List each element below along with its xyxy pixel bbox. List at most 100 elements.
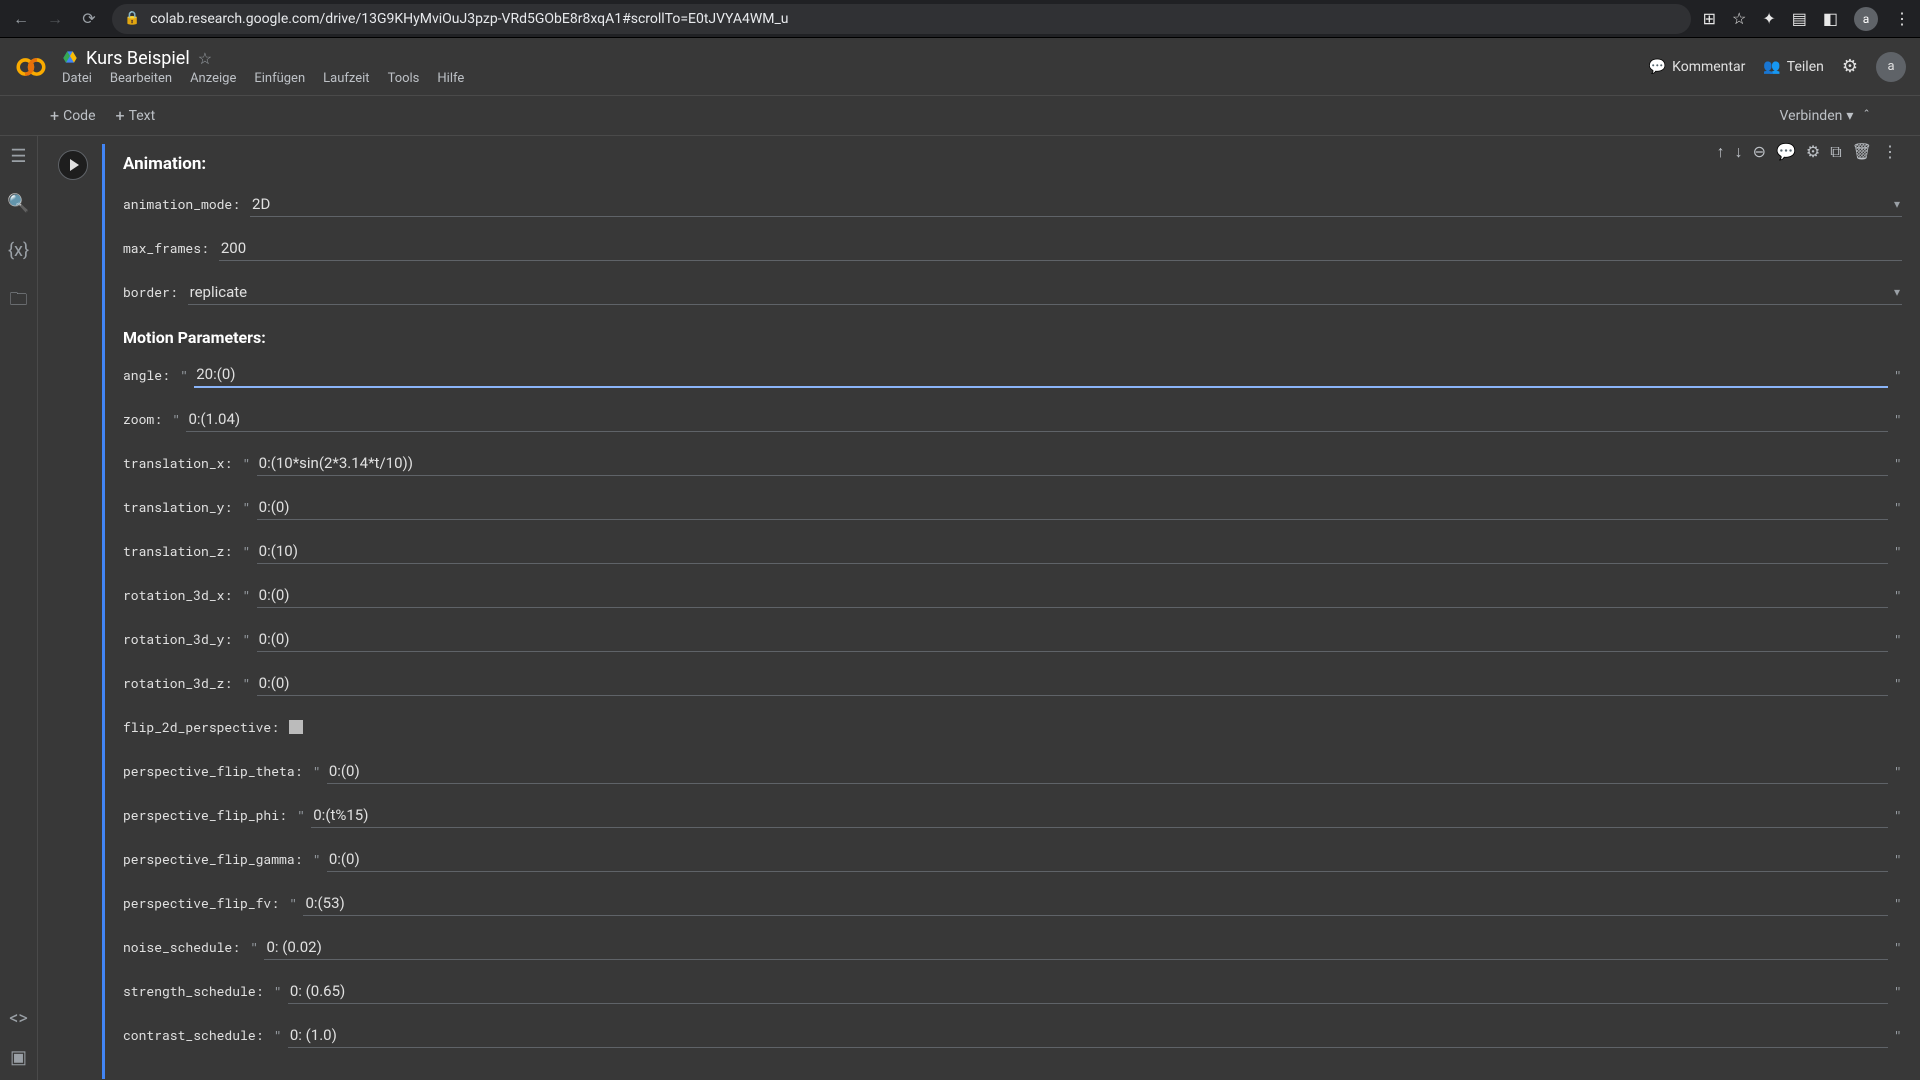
forward-button[interactable]: →: [44, 8, 66, 30]
label-rotation-3d-y: rotation_3d_y: [123, 630, 232, 648]
move-down-icon[interactable]: ↓: [1735, 142, 1743, 162]
comment-cell-icon[interactable]: 💬: [1776, 142, 1796, 162]
input-rotation-3d-z[interactable]: [257, 671, 1888, 696]
user-avatar[interactable]: a: [1876, 52, 1906, 82]
link-icon[interactable]: ⊖: [1753, 142, 1766, 162]
label-animation-mode: animation_mode: [123, 195, 240, 213]
label-border: border: [123, 283, 178, 301]
back-button[interactable]: ←: [10, 8, 32, 30]
menu-tools[interactable]: Tools: [388, 71, 420, 86]
lock-icon: 🔒: [124, 11, 140, 26]
star-button[interactable]: ☆: [198, 49, 212, 68]
chevron-down-icon: ▾: [1894, 285, 1900, 299]
menu-laufzeit[interactable]: Laufzeit: [323, 71, 369, 86]
url-text: colab.research.google.com/drive/13G9KHyM…: [150, 11, 788, 27]
section-motion: Motion Parameters:: [123, 328, 1902, 347]
code-snippets-icon[interactable]: <>: [9, 1008, 28, 1029]
label-strength-schedule: strength_schedule: [123, 982, 263, 1000]
input-perspective-flip-theta[interactable]: [327, 759, 1888, 784]
chevron-down-icon: ▾: [1894, 197, 1900, 211]
checkbox-flip-2d-perspective[interactable]: [289, 720, 303, 734]
input-contrast-schedule[interactable]: [288, 1023, 1888, 1048]
select-animation-mode[interactable]: 2D ▾: [250, 192, 1902, 217]
label-perspective-flip-gamma: perspective_flip_gamma: [123, 850, 302, 868]
share-icon: 👥: [1763, 59, 1780, 75]
menu-bearbeiten[interactable]: Bearbeiten: [110, 71, 172, 86]
extensions-icon[interactable]: ✦: [1762, 9, 1775, 28]
search-icon[interactable]: 🔍: [7, 193, 29, 214]
add-text-button[interactable]: +Text: [116, 106, 156, 125]
label-translation-z: translation_z: [123, 542, 232, 560]
menu-bar: Datei Bearbeiten Anzeige Einfügen Laufze…: [62, 71, 1649, 86]
cell-toolbar: ↑ ↓ ⊖ 💬 ⚙ ⧉ 🗑 ⋮: [1717, 142, 1898, 162]
browser-toolbar: ← → ⟳ 🔒 colab.research.google.com/drive/…: [0, 0, 1920, 38]
comment-icon: 💬: [1649, 59, 1666, 75]
reload-button[interactable]: ⟳: [78, 8, 100, 30]
form-cell: ↑ ↓ ⊖ 💬 ⚙ ⧉ 🗑 ⋮ Animation: animation_mod…: [56, 144, 1902, 1079]
left-sidebar: ☰ 🔍 {x} 🗀 <> ▣: [0, 136, 38, 1080]
label-perspective-flip-fv: perspective_flip_fv: [123, 894, 279, 912]
label-perspective-flip-theta: perspective_flip_theta: [123, 762, 302, 780]
reading-list-icon[interactable]: ▤: [1792, 9, 1807, 28]
input-perspective-flip-gamma[interactable]: [327, 847, 1888, 872]
settings-icon[interactable]: ⚙: [1842, 56, 1858, 77]
notebook-toolbar: +Code +Text Verbinden▾ ˆ: [0, 96, 1920, 136]
label-max-frames: max_frames: [123, 239, 209, 257]
browser-menu-icon[interactable]: ⋮: [1894, 9, 1910, 28]
input-translation-x[interactable]: [257, 451, 1888, 476]
input-rotation-3d-x[interactable]: [257, 583, 1888, 608]
label-noise-schedule: noise_schedule: [123, 938, 240, 956]
toc-icon[interactable]: ☰: [10, 146, 26, 167]
input-translation-y[interactable]: [257, 495, 1888, 520]
browser-avatar[interactable]: a: [1854, 7, 1878, 31]
input-rotation-3d-y[interactable]: [257, 627, 1888, 652]
label-perspective-flip-phi: perspective_flip_phi: [123, 806, 287, 824]
label-translation-y: translation_y: [123, 498, 232, 516]
label-rotation-3d-z: rotation_3d_z: [123, 674, 232, 692]
input-noise-schedule[interactable]: [264, 935, 1887, 960]
input-angle[interactable]: [194, 362, 1887, 388]
input-perspective-flip-fv[interactable]: [303, 891, 1887, 916]
input-max-frames[interactable]: [219, 236, 1902, 261]
mirror-icon[interactable]: ⧉: [1830, 142, 1841, 162]
input-perspective-flip-phi[interactable]: [311, 803, 1887, 828]
connect-button[interactable]: Verbinden▾: [1780, 108, 1854, 124]
select-border[interactable]: replicate ▾: [188, 280, 1902, 305]
drive-icon: [62, 50, 78, 66]
star-icon[interactable]: ☆: [1732, 9, 1746, 28]
menu-hilfe[interactable]: Hilfe: [437, 71, 464, 86]
add-code-button[interactable]: +Code: [50, 106, 96, 125]
notebook-main: ↑ ↓ ⊖ 💬 ⚙ ⧉ 🗑 ⋮ Animation: animation_mod…: [38, 136, 1920, 1080]
input-translation-z[interactable]: [257, 539, 1888, 564]
input-strength-schedule[interactable]: [288, 979, 1888, 1004]
input-zoom[interactable]: [186, 407, 1887, 432]
collapse-icon[interactable]: ˆ: [1863, 108, 1870, 124]
terminal-icon[interactable]: ▣: [10, 1047, 27, 1068]
colab-logo[interactable]: [14, 50, 48, 84]
chevron-down-icon: ▾: [1846, 108, 1853, 124]
menu-einfuegen[interactable]: Einfügen: [254, 71, 305, 86]
cell-settings-icon[interactable]: ⚙: [1806, 142, 1820, 162]
label-angle: angle: [123, 366, 170, 384]
variables-icon[interactable]: {x}: [8, 240, 29, 261]
kommentar-button[interactable]: 💬Kommentar: [1649, 59, 1746, 75]
run-cell-button[interactable]: [58, 150, 88, 180]
section-animation: Animation:: [123, 154, 1902, 174]
label-rotation-3d-x: rotation_3d_x: [123, 586, 232, 604]
side-panel-icon[interactable]: ◧: [1823, 9, 1838, 28]
label-zoom: zoom: [123, 410, 162, 428]
install-icon[interactable]: ⊞: [1703, 9, 1716, 28]
document-title[interactable]: Kurs Beispiel: [86, 48, 190, 69]
menu-datei[interactable]: Datei: [62, 71, 92, 86]
label-contrast-schedule: contrast_schedule: [123, 1026, 263, 1044]
delete-cell-icon[interactable]: 🗑: [1852, 142, 1872, 162]
teilen-button[interactable]: 👥Teilen: [1763, 59, 1824, 75]
files-icon[interactable]: 🗀: [10, 287, 28, 317]
cell-menu-icon[interactable]: ⋮: [1882, 142, 1898, 162]
address-bar[interactable]: 🔒 colab.research.google.com/drive/13G9KH…: [112, 4, 1691, 34]
menu-anzeige[interactable]: Anzeige: [190, 71, 236, 86]
colab-header: Kurs Beispiel ☆ Datei Bearbeiten Anzeige…: [0, 38, 1920, 96]
label-translation-x: translation_x: [123, 454, 232, 472]
move-up-icon[interactable]: ↑: [1717, 142, 1725, 162]
label-flip-2d-perspective: flip_2d_perspective: [123, 718, 279, 736]
